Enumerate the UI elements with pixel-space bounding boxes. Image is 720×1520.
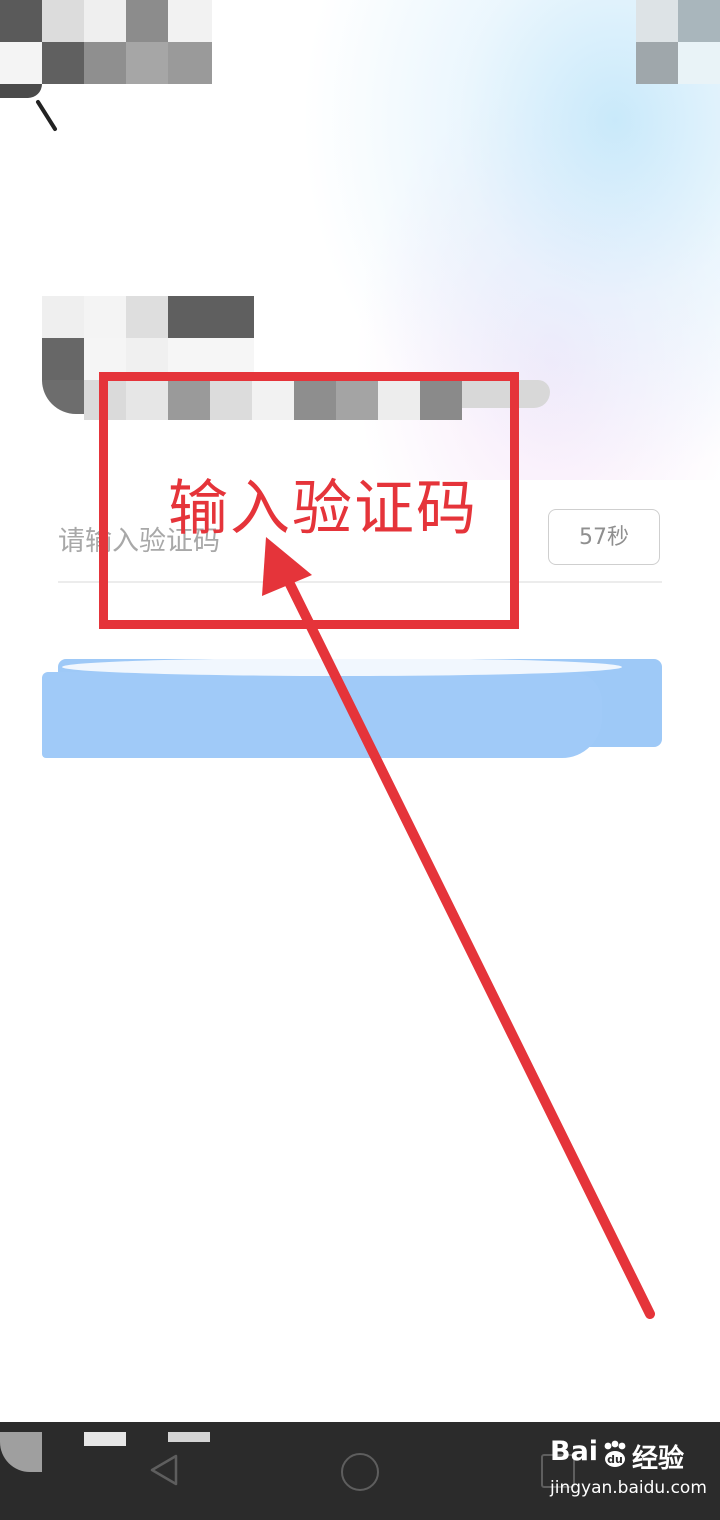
watermark-url: jingyan.baidu.com [550, 1478, 707, 1498]
watermark-brand: 经验 [632, 1444, 685, 1474]
paw-icon: du [604, 1440, 626, 1467]
circle-home-icon[interactable] [341, 1453, 379, 1491]
annotation-arrow-icon [262, 537, 655, 1319]
triangle-back-icon[interactable] [146, 1452, 182, 1488]
watermark-logo-suffix: du [607, 1453, 623, 1466]
baidu-jingyan-watermark: Bai·· du 经验 jingyan.baidu.com [548, 1436, 708, 1506]
